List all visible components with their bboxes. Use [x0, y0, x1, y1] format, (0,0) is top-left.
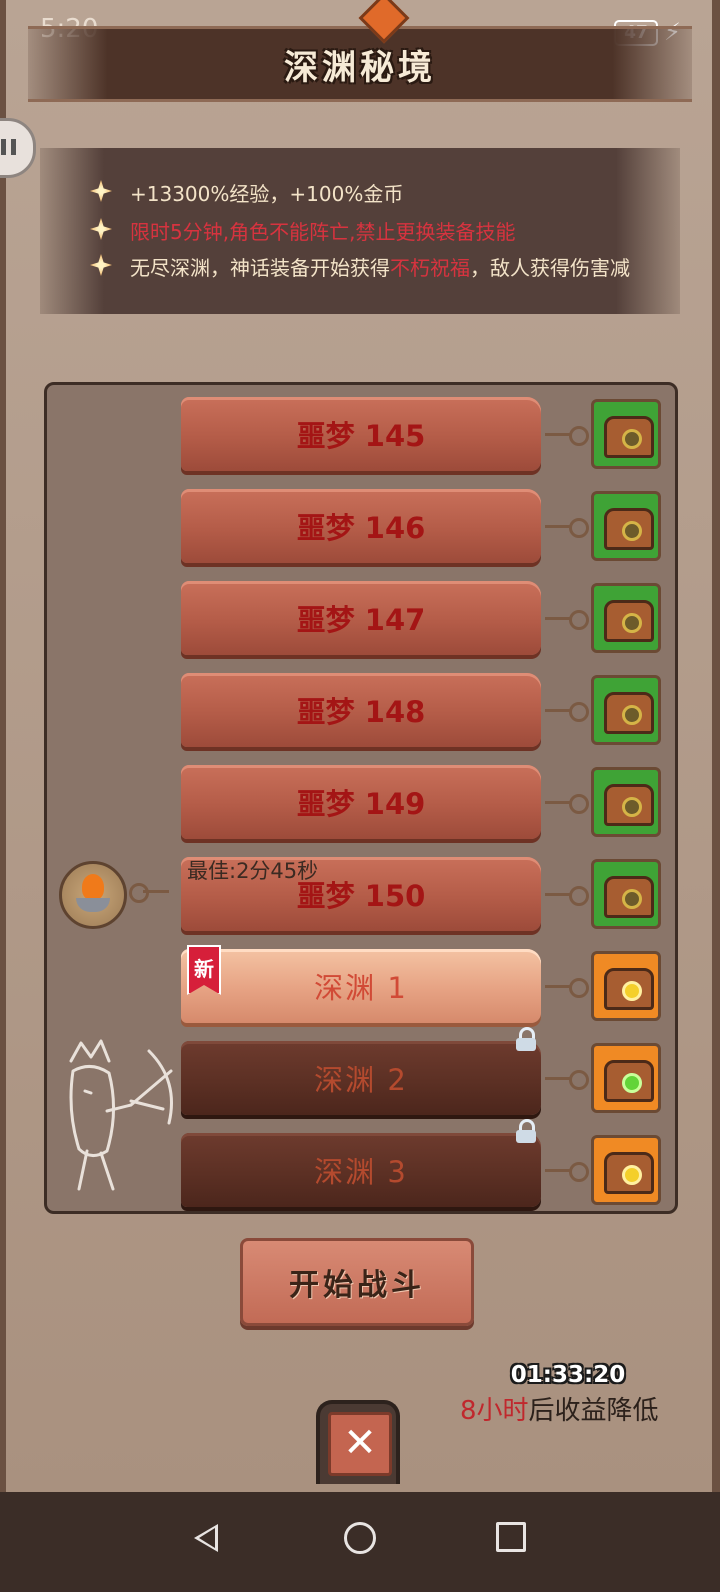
connector-icon	[545, 608, 589, 630]
chest-icon	[604, 1060, 654, 1102]
connector-icon	[545, 1068, 589, 1090]
desc-end: ，敌人获得伤害减	[470, 256, 630, 280]
connector-icon	[545, 792, 589, 814]
stage-label: 深渊 1	[314, 971, 408, 1005]
reward-chest-button[interactable]	[591, 491, 661, 561]
reward-hours: 8小时	[460, 1396, 529, 1426]
stage-label: 深渊 2	[314, 1063, 408, 1097]
chest-icon	[604, 1152, 654, 1194]
stage-plank-locked[interactable]: 深渊 3	[181, 1133, 541, 1207]
stage-label: 噩梦 146	[296, 511, 426, 545]
home-icon[interactable]	[344, 1522, 376, 1554]
connector-icon	[545, 424, 589, 446]
chest-icon	[604, 600, 654, 642]
connector-icon	[545, 884, 589, 906]
gold-coin-icon	[622, 1165, 642, 1185]
info-panel: +13300%经验，+100%金币 限时5分钟,角色不能阵亡,禁止更换装备技能 …	[40, 148, 680, 314]
desc-highlight: 不朽祝福	[390, 256, 470, 280]
reward-chest-button[interactable]	[591, 1135, 661, 1205]
close-icon[interactable]: ✕	[328, 1412, 392, 1476]
stage-label: 噩梦 148	[296, 695, 426, 729]
stage-label: 噩梦 147	[296, 603, 426, 637]
reward-note-rest: 后收益降低	[528, 1396, 659, 1426]
stage-row-nightmare-146[interactable]: 噩梦 146	[47, 489, 675, 569]
bonus-text: +13300%经验，+100%金币	[130, 182, 404, 206]
stage-plank[interactable]: 噩梦 149	[181, 765, 541, 839]
stage-list[interactable]: 噩梦 145 噩梦 146 噩梦 147 噩梦 148 噩梦 149 噩梦 15…	[44, 382, 678, 1214]
pause-icon	[1, 139, 6, 155]
stage-label: 噩梦 149	[296, 787, 426, 821]
chest-icon	[604, 876, 654, 918]
reward-chest-button[interactable]	[591, 675, 661, 745]
chest-lock-icon	[622, 797, 642, 817]
connector-icon	[129, 881, 169, 903]
chest-lock-icon	[622, 429, 642, 449]
start-battle-label: 开始战斗	[289, 1268, 425, 1303]
pause-icon-bar	[11, 139, 16, 155]
gold-coin-icon	[622, 981, 642, 1001]
star-icon	[90, 180, 112, 202]
chest-icon	[604, 692, 654, 734]
chest-icon	[604, 784, 654, 826]
chest-lock-icon	[622, 705, 642, 725]
connector-icon	[545, 700, 589, 722]
padlock-icon	[515, 1027, 537, 1051]
desc-text: 无尽深渊，神话装备开始获得不朽祝福，敌人获得伤害减	[130, 252, 630, 281]
back-icon[interactable]	[194, 1524, 218, 1552]
system-nav-bar	[0, 1492, 720, 1592]
connector-icon	[545, 976, 589, 998]
stage-plank[interactable]: 噩梦 146	[181, 489, 541, 563]
stage-plank[interactable]: 噩梦 147	[181, 581, 541, 655]
chest-lock-icon	[622, 889, 642, 909]
close-tab: ✕	[316, 1400, 400, 1484]
chest-lock-icon	[622, 613, 642, 633]
player-avatar	[59, 861, 127, 929]
stage-row-abyss-1[interactable]: 深渊 1 新	[47, 945, 675, 1029]
stage-row-nightmare-149[interactable]: 噩梦 149	[47, 765, 675, 845]
star-icon	[90, 254, 112, 276]
best-time-label: 最佳:2分45秒	[187, 859, 319, 883]
stage-plank-locked[interactable]: 深渊 2	[181, 1041, 541, 1115]
reward-chest-button[interactable]	[591, 1043, 661, 1113]
star-icon	[90, 218, 112, 240]
connector-icon	[545, 516, 589, 538]
recents-icon[interactable]	[496, 1522, 526, 1552]
flame-icon	[82, 874, 104, 900]
stage-row-nightmare-145[interactable]: 噩梦 145	[47, 397, 675, 477]
stage-plank[interactable]: 噩梦 145	[181, 397, 541, 471]
stage-label: 深渊 3	[314, 1155, 408, 1189]
reward-timer: 01:33:20	[510, 1362, 626, 1388]
page-title: 深渊秘境	[284, 48, 436, 88]
stage-plank-current[interactable]: 深渊 1	[181, 949, 541, 1023]
frame-left-border	[0, 0, 6, 1492]
reward-reduction-note: 8小时后收益降低	[460, 1390, 659, 1427]
stage-plank[interactable]: 噩梦 148	[181, 673, 541, 747]
chest-icon	[604, 416, 654, 458]
chest-icon	[604, 508, 654, 550]
chest-icon	[604, 968, 654, 1010]
chest-lock-icon	[622, 521, 642, 541]
stage-row-nightmare-148[interactable]: 噩梦 148	[47, 673, 675, 753]
desc-start: 无尽深渊，神话装备开始获得	[130, 256, 390, 280]
padlock-icon	[515, 1119, 537, 1143]
frame-right-border	[712, 0, 720, 1492]
reward-chest-button[interactable]	[591, 859, 661, 929]
reward-chest-button[interactable]	[591, 583, 661, 653]
stage-label: 噩梦 145	[296, 419, 426, 453]
reward-chest-button[interactable]	[591, 767, 661, 837]
reward-chest-button[interactable]	[591, 399, 661, 469]
pot-icon	[76, 898, 110, 912]
gem-icon	[622, 1073, 642, 1093]
start-battle-button[interactable]: 开始战斗	[240, 1238, 474, 1326]
stage-row-nightmare-147[interactable]: 噩梦 147	[47, 581, 675, 661]
knight-sketch-decoration	[69, 1039, 173, 1191]
connector-icon	[545, 1160, 589, 1182]
reward-chest-button[interactable]	[591, 951, 661, 1021]
rule-text: 限时5分钟,角色不能阵亡,禁止更换装备技能	[130, 220, 516, 244]
